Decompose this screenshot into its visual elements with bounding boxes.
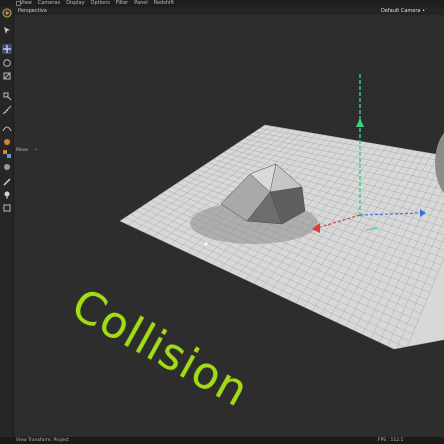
scale-icon[interactable] [2, 71, 12, 81]
measure-icon[interactable] [2, 105, 12, 115]
layout-icon[interactable] [16, 1, 21, 6]
select-icon[interactable] [2, 25, 12, 35]
render-icon[interactable] [2, 203, 12, 213]
menu-bar: View Cameras Display Options Filter Pane… [0, 0, 444, 7]
menu-display[interactable]: Display [66, 0, 84, 7]
menu-cameras[interactable]: Cameras [38, 0, 60, 7]
3d-viewport[interactable]: Collision [14, 15, 444, 437]
snap-icon[interactable] [2, 91, 12, 101]
rotate-icon[interactable] [2, 58, 12, 68]
menu-options[interactable]: Options [91, 0, 110, 7]
camera-selector[interactable]: Default Camera •˙ [381, 7, 428, 15]
viewport-title: Perspective [18, 8, 47, 14]
material-icon[interactable] [2, 162, 12, 172]
tool-palette [0, 7, 14, 437]
move-axis-icon[interactable] [2, 44, 12, 54]
spline-icon[interactable] [2, 123, 12, 133]
attribute-move-label: Move + [16, 148, 38, 153]
fps-readout: FPS : 112.1 [378, 438, 404, 443]
move-icon[interactable] [2, 8, 12, 18]
move-label: Move [16, 148, 29, 153]
menu-filter[interactable]: Filter [116, 0, 128, 7]
menu-redshift[interactable]: Redshift [154, 0, 174, 7]
menu-view[interactable]: View [20, 0, 32, 7]
paint-icon[interactable] [2, 177, 12, 187]
status-bar: View Transform: Project FPS : 112.1 [0, 437, 444, 444]
generator-icon[interactable] [2, 137, 12, 147]
viewport-header: Perspective Default Camera •˙ [14, 7, 444, 15]
deformer-icon[interactable] [2, 149, 12, 159]
light-icon[interactable] [2, 190, 12, 200]
add-icon[interactable]: + [34, 148, 38, 153]
menu-panel[interactable]: Panel [134, 0, 148, 7]
view-transform-status: View Transform: Project [16, 438, 69, 443]
pivot-dot [204, 242, 208, 246]
app-button[interactable] [0, 0, 14, 7]
